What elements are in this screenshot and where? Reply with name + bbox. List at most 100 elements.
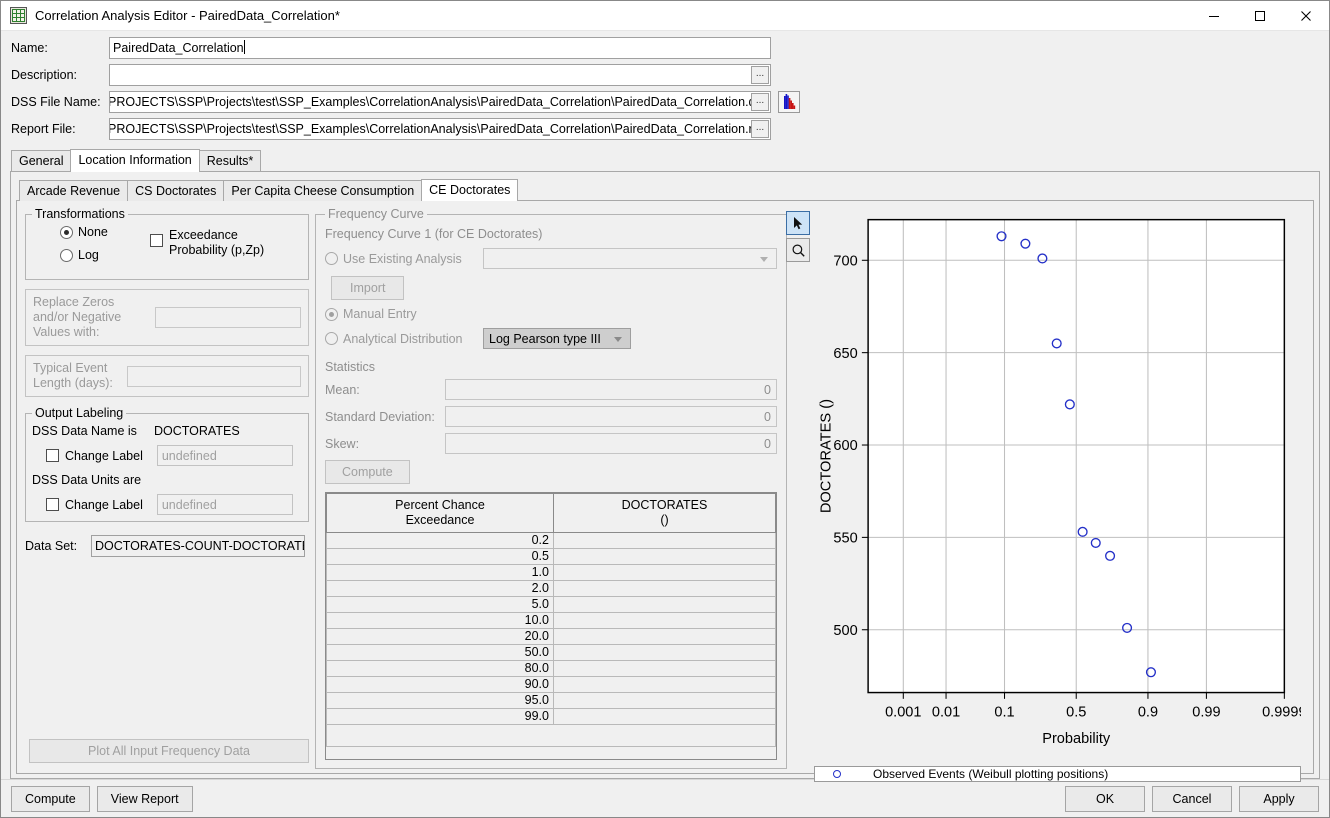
cell-percent-chance[interactable]: 99.0 — [326, 708, 554, 725]
name-input[interactable]: PairedData_Correlation — [109, 37, 771, 59]
tab-general[interactable]: General — [11, 150, 72, 172]
table-row[interactable]: 90.0 — [326, 676, 776, 693]
y-axis-title: DOCTORATES () — [819, 399, 835, 513]
cell-doctorates[interactable] — [553, 580, 776, 597]
dataset-value[interactable]: DOCTORATES-COUNT-DOCTORATES — [91, 535, 305, 557]
exceedance-probability-label: Exceedance Probability (p,Zp) — [169, 228, 265, 257]
table-row[interactable]: 80.0 — [326, 660, 776, 677]
plot-all-input-frequency-data-button[interactable]: Plot All Input Frequency Data — [29, 739, 309, 763]
cell-doctorates[interactable] — [553, 644, 776, 661]
view-report-button[interactable]: View Report — [96, 785, 193, 812]
cell-percent-chance[interactable]: 5.0 — [326, 596, 554, 613]
inner-tab-strip: Arcade Revenue CS Doctorates Per Capita … — [19, 178, 1314, 201]
distribution-combo[interactable]: Log Pearson type III — [483, 328, 631, 349]
compute-frequency-button[interactable]: Compute — [325, 460, 410, 484]
chart-toolbar — [786, 205, 814, 769]
table-row[interactable]: 99.0 — [326, 708, 776, 725]
table-row[interactable]: 2.0 — [326, 580, 776, 597]
cell-percent-chance[interactable]: 80.0 — [326, 660, 554, 677]
analytical-distribution-row: Analytical Distribution Log Pearson type… — [325, 328, 777, 349]
dss-file-browse-button[interactable]: ... — [751, 93, 769, 111]
mean-input[interactable]: 0 — [445, 379, 777, 400]
maximize-button[interactable] — [1237, 1, 1283, 31]
use-existing-analysis-row: Use Existing Analysis — [325, 248, 777, 269]
change-label-1-input[interactable]: undefined — [156, 445, 293, 466]
table-row[interactable]: 0.2 — [326, 532, 776, 549]
tab-per-capita-cheese-consumption[interactable]: Per Capita Cheese Consumption — [223, 180, 423, 201]
description-browse-button[interactable]: ... — [751, 66, 769, 84]
change-label-2-label: Change Label — [65, 497, 143, 512]
report-file-input[interactable]: PROJECTS\SSP\Projects\test\SSP_Examples\… — [109, 118, 771, 140]
transformation-log-label: Log — [78, 248, 99, 262]
radio-log-icon — [60, 248, 73, 262]
table-row[interactable]: 20.0 — [326, 628, 776, 645]
table-row[interactable]: 1.0 — [326, 564, 776, 581]
change-label-2-input[interactable]: undefined — [156, 494, 293, 515]
cell-doctorates[interactable] — [553, 628, 776, 645]
cell-percent-chance[interactable]: 0.2 — [326, 532, 554, 549]
tab-ce-doctorates[interactable]: CE Doctorates — [421, 179, 519, 201]
transformation-log-option[interactable]: Log — [60, 248, 150, 262]
apply-button[interactable]: Apply — [1239, 785, 1319, 812]
histogram-icon[interactable] — [778, 91, 800, 113]
x-axis-title: Probability — [1042, 731, 1111, 747]
checkbox-change-label-2-icon — [46, 498, 59, 511]
cell-doctorates[interactable] — [553, 596, 776, 613]
table-row[interactable]: 0.5 — [326, 548, 776, 565]
tab-results[interactable]: Results* — [198, 150, 262, 172]
zoom-tool[interactable] — [786, 238, 810, 262]
cell-percent-chance[interactable]: 95.0 — [326, 692, 554, 709]
cell-percent-chance[interactable]: 2.0 — [326, 580, 554, 597]
dss-file-input[interactable]: PROJECTS\SSP\Projects\test\SSP_Examples\… — [109, 91, 771, 113]
ok-button[interactable]: OK — [1065, 785, 1145, 812]
cell-doctorates[interactable] — [553, 564, 776, 581]
existing-analysis-combo[interactable] — [483, 248, 777, 269]
frequency-plot[interactable]: 0.9999 0.99 0.9 0.5 0.1 0.01 0.001 500 550 600 650… — [814, 205, 1307, 760]
cell-percent-chance[interactable]: 90.0 — [326, 676, 554, 693]
tab-arcade-revenue[interactable]: Arcade Revenue — [19, 180, 129, 201]
skew-input[interactable]: 0 — [445, 433, 777, 454]
cell-doctorates[interactable] — [553, 612, 776, 629]
report-file-browse-button[interactable]: ... — [751, 120, 769, 138]
dss-data-units-row: DSS Data Units are — [32, 473, 302, 487]
cell-doctorates[interactable] — [553, 548, 776, 565]
table-row[interactable]: 5.0 — [326, 596, 776, 613]
tab-cs-doctorates[interactable]: CS Doctorates — [127, 180, 225, 201]
minimize-button[interactable] — [1191, 1, 1237, 31]
x-tick-label: 0.01 — [932, 705, 960, 721]
tab-location-information[interactable]: Location Information — [70, 149, 200, 172]
cell-percent-chance[interactable]: 10.0 — [326, 612, 554, 629]
compute-button[interactable]: Compute — [11, 785, 90, 812]
close-button[interactable] — [1283, 1, 1329, 31]
use-existing-analysis-option[interactable]: Use Existing Analysis — [325, 252, 483, 266]
window-controls — [1191, 1, 1329, 31]
title-bar: Correlation Analysis Editor - PairedData… — [1, 1, 1329, 31]
cancel-button[interactable]: Cancel — [1152, 785, 1232, 812]
radio-none-icon — [60, 225, 73, 239]
cell-percent-chance[interactable]: 1.0 — [326, 564, 554, 581]
stddev-input[interactable]: 0 — [445, 406, 777, 427]
description-row: Description: ... — [11, 64, 1319, 86]
change-label-checkbox-2[interactable]: Change Label — [46, 498, 143, 512]
cell-doctorates[interactable] — [553, 708, 776, 725]
table-row[interactable]: 95.0 — [326, 692, 776, 709]
cell-doctorates[interactable] — [553, 692, 776, 709]
cell-doctorates[interactable] — [553, 660, 776, 677]
manual-entry-option[interactable]: Manual Entry — [325, 307, 417, 321]
arrow-select-tool[interactable] — [786, 211, 810, 235]
cell-percent-chance[interactable]: 50.0 — [326, 644, 554, 661]
cell-doctorates[interactable] — [553, 676, 776, 693]
analytical-distribution-option[interactable]: Analytical Distribution — [325, 332, 483, 346]
y-tick-label: 500 — [833, 623, 857, 639]
exceedance-probability-checkbox[interactable]: Exceedance Probability (p,Zp) — [150, 225, 293, 258]
transformation-none-option[interactable]: None — [60, 225, 150, 239]
cell-percent-chance[interactable]: 0.5 — [326, 548, 554, 565]
table-row[interactable]: 10.0 — [326, 612, 776, 629]
import-button[interactable]: Import — [331, 276, 405, 300]
table-row[interactable]: 50.0 — [326, 644, 776, 661]
change-label-checkbox-1[interactable]: Change Label — [46, 449, 143, 463]
x-tick-label: 0.9 — [1138, 705, 1158, 721]
description-input[interactable]: ... — [109, 64, 771, 86]
cell-doctorates[interactable] — [553, 532, 776, 549]
cell-percent-chance[interactable]: 20.0 — [326, 628, 554, 645]
